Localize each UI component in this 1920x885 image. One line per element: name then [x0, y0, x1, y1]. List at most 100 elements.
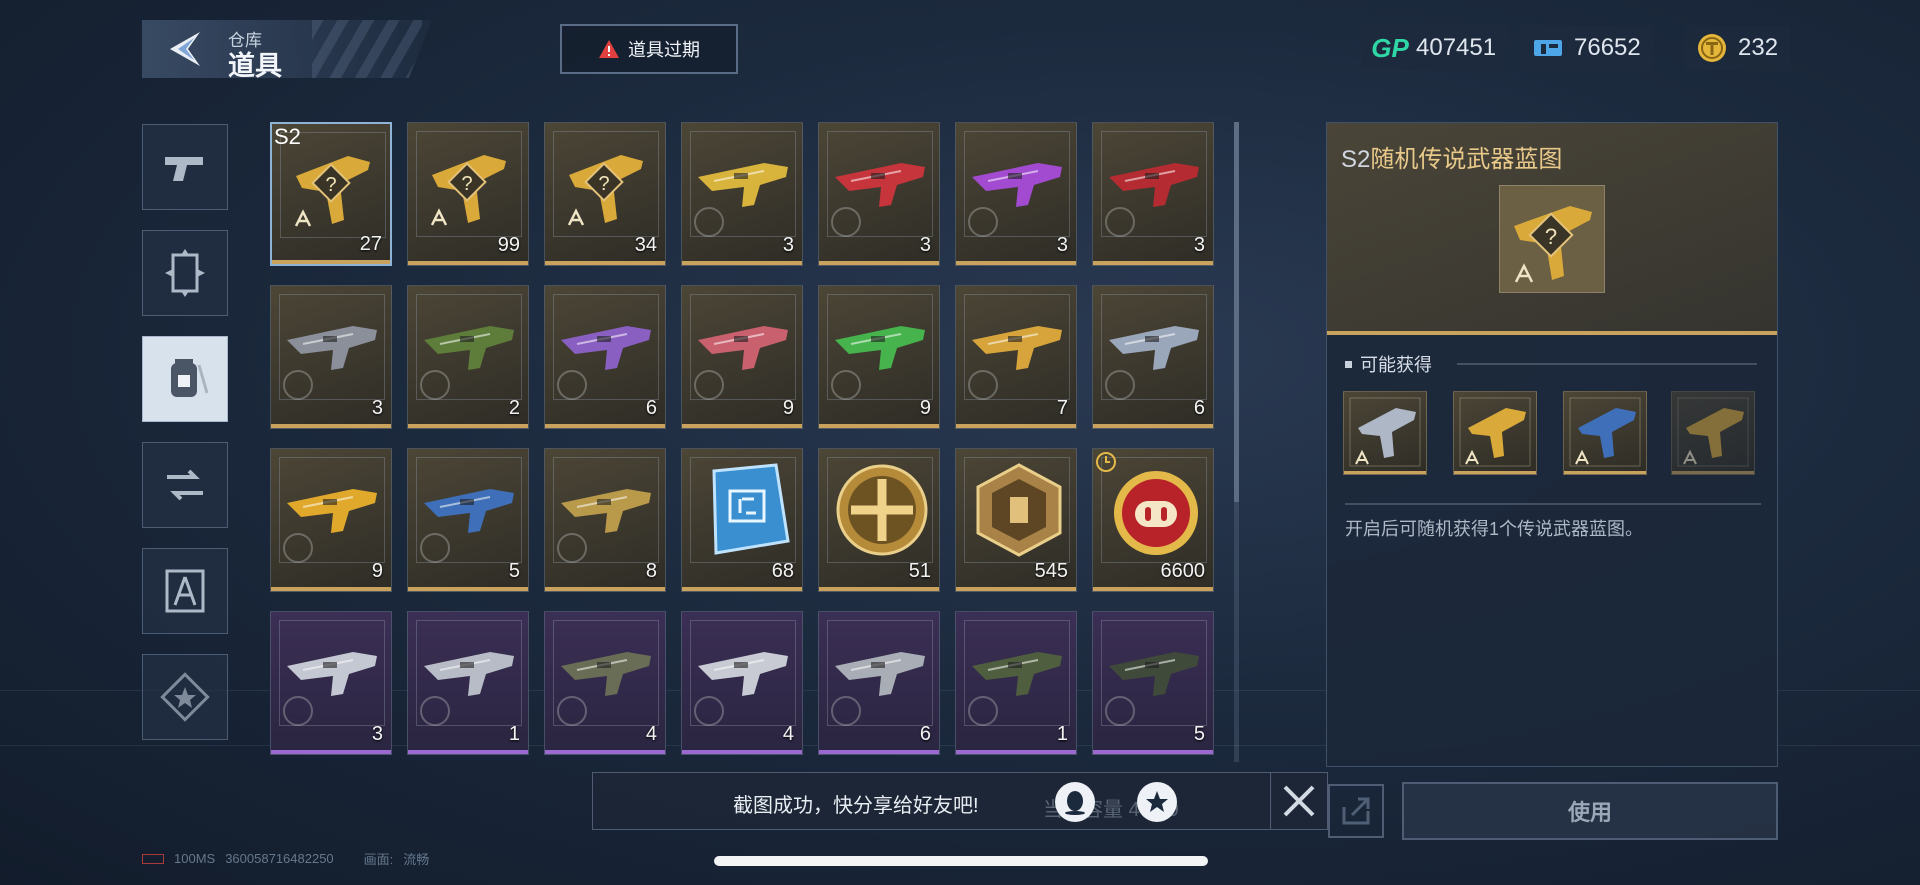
rarity-bar: [956, 587, 1076, 591]
weapon-icon: [287, 652, 377, 696]
sidebar-exchange[interactable]: [142, 442, 228, 528]
item-slot[interactable]: 545: [955, 448, 1077, 592]
item-slot[interactable]: 68: [681, 448, 803, 592]
detail-title-season: S2: [1341, 146, 1371, 173]
quality-label: 画面:: [363, 852, 394, 867]
item-slot[interactable]: 5: [1092, 611, 1214, 755]
item-count: 6: [645, 397, 657, 419]
item-slot[interactable]: 4: [544, 611, 666, 755]
weapon-icon: [972, 326, 1062, 370]
item-slot[interactable]: 9: [818, 285, 940, 429]
share-button[interactable]: [1328, 784, 1384, 838]
item-slot[interactable]: 7: [955, 285, 1077, 429]
currency-gp: GP 407451: [1362, 26, 1509, 70]
item-slot[interactable]: 1: [407, 611, 529, 755]
item-slot[interactable]: 3: [270, 611, 392, 755]
timer-icon: [831, 207, 861, 237]
sidebar-items[interactable]: [142, 336, 228, 422]
blueprint-box-icon: ?: [1500, 186, 1604, 292]
timer-icon: [557, 370, 587, 400]
rarity-bar: [682, 587, 802, 591]
item-count: 3: [1056, 234, 1068, 256]
item-count: 7: [1056, 397, 1068, 419]
weapon-icon: [835, 163, 925, 207]
share-qq-button[interactable]: [1055, 782, 1095, 822]
back-button[interactable]: 仓库 道具: [142, 20, 432, 78]
grid-scrollbar[interactable]: [1234, 122, 1239, 762]
possible-reward-item[interactable]: [1563, 391, 1647, 475]
item-slot[interactable]: 6: [544, 285, 666, 429]
weapon-icon: [1109, 163, 1199, 207]
timer-icon: [557, 533, 587, 563]
use-button[interactable]: 使用: [1402, 782, 1778, 840]
season-tag: S2: [274, 124, 301, 149]
sidebar-weapons[interactable]: [142, 124, 228, 210]
rarity-bar: [1672, 471, 1754, 474]
item-slot[interactable]: 2: [407, 285, 529, 429]
item-count: 27: [359, 233, 382, 255]
possible-rewards-label: 可能获得: [1360, 355, 1432, 375]
timer-icon: [420, 696, 450, 726]
item-slot[interactable]: 4: [681, 611, 803, 755]
weapon-icon: [561, 326, 651, 370]
timer-icon: [968, 207, 998, 237]
star-icon: [160, 672, 210, 722]
rifle-blueprint-icon: [1677, 397, 1749, 467]
compass-icon: [165, 569, 205, 613]
rarity-bar: [819, 587, 939, 591]
item-detail-panel: S2随机传说武器蓝图 ? 可能获得 开启后可随机获得1个传说武器蓝图。: [1326, 122, 1778, 767]
item-slot[interactable]: 6: [1092, 285, 1214, 429]
item-slot[interactable]: 51: [818, 448, 940, 592]
item-slot[interactable]: ? 99: [407, 122, 529, 266]
item-count: 2: [508, 397, 520, 419]
rarity-bar: [1344, 471, 1426, 474]
chip-icon: [712, 463, 790, 555]
possible-reward-item[interactable]: [1343, 391, 1427, 475]
possible-reward-item[interactable]: [1671, 391, 1755, 475]
rarity-bar: [682, 261, 802, 265]
item-slot[interactable]: 3: [681, 122, 803, 266]
item-slot[interactable]: 9: [270, 448, 392, 592]
item-slot[interactable]: 3: [818, 122, 940, 266]
item-slot[interactable]: 5: [407, 448, 529, 592]
item-slot[interactable]: ? 27 S2: [270, 122, 392, 266]
rarity-bar: [1093, 261, 1213, 265]
item-count: 1: [1056, 723, 1068, 745]
gold-coin-icon: [1698, 34, 1726, 62]
toast-close-button[interactable]: [1270, 772, 1328, 830]
rarity-bar: [1454, 471, 1536, 474]
ping-value: 100MS: [174, 851, 216, 866]
item-slot[interactable]: 6: [818, 611, 940, 755]
item-slot[interactable]: 1: [955, 611, 1077, 755]
possible-reward-item[interactable]: [1453, 391, 1537, 475]
share-qzone-button[interactable]: [1137, 782, 1177, 822]
weapon-icon: [698, 163, 788, 207]
item-slot[interactable]: 3: [955, 122, 1077, 266]
sidebar-favorites[interactable]: [142, 654, 228, 740]
timer-icon: [831, 696, 861, 726]
smg-blueprint-icon: [1569, 397, 1641, 467]
item-count: 5: [1193, 723, 1205, 745]
item-count: 4: [645, 723, 657, 745]
home-indicator[interactable]: [714, 856, 1208, 866]
item-slot[interactable]: ? 34: [544, 122, 666, 266]
item-count: 3: [1193, 234, 1205, 256]
timer-icon: [831, 370, 861, 400]
weapon-icon: [1109, 326, 1199, 370]
grid-scrollbar-thumb[interactable]: [1234, 122, 1239, 502]
screenshot-toast: 当前容量 4 500 截图成功，快分享给好友吧!: [592, 772, 1272, 830]
detail-header: S2随机传说武器蓝图 ?: [1327, 123, 1777, 335]
weapon-icon: [424, 326, 514, 370]
svg-text:?: ?: [598, 173, 609, 195]
section-divider: [1457, 363, 1757, 365]
sidebar-blueprints[interactable]: [142, 548, 228, 634]
sidebar-cards[interactable]: [142, 230, 228, 316]
item-slot[interactable]: 6600: [1092, 448, 1214, 592]
item-slot[interactable]: 9: [681, 285, 803, 429]
item-slot[interactable]: 8: [544, 448, 666, 592]
expired-items-button[interactable]: 道具过期: [560, 24, 738, 74]
blueprint-icon: ?: [294, 156, 370, 227]
currency-ticket: 76652: [1520, 26, 1653, 70]
item-slot[interactable]: 3: [1092, 122, 1214, 266]
item-slot[interactable]: 3: [270, 285, 392, 429]
